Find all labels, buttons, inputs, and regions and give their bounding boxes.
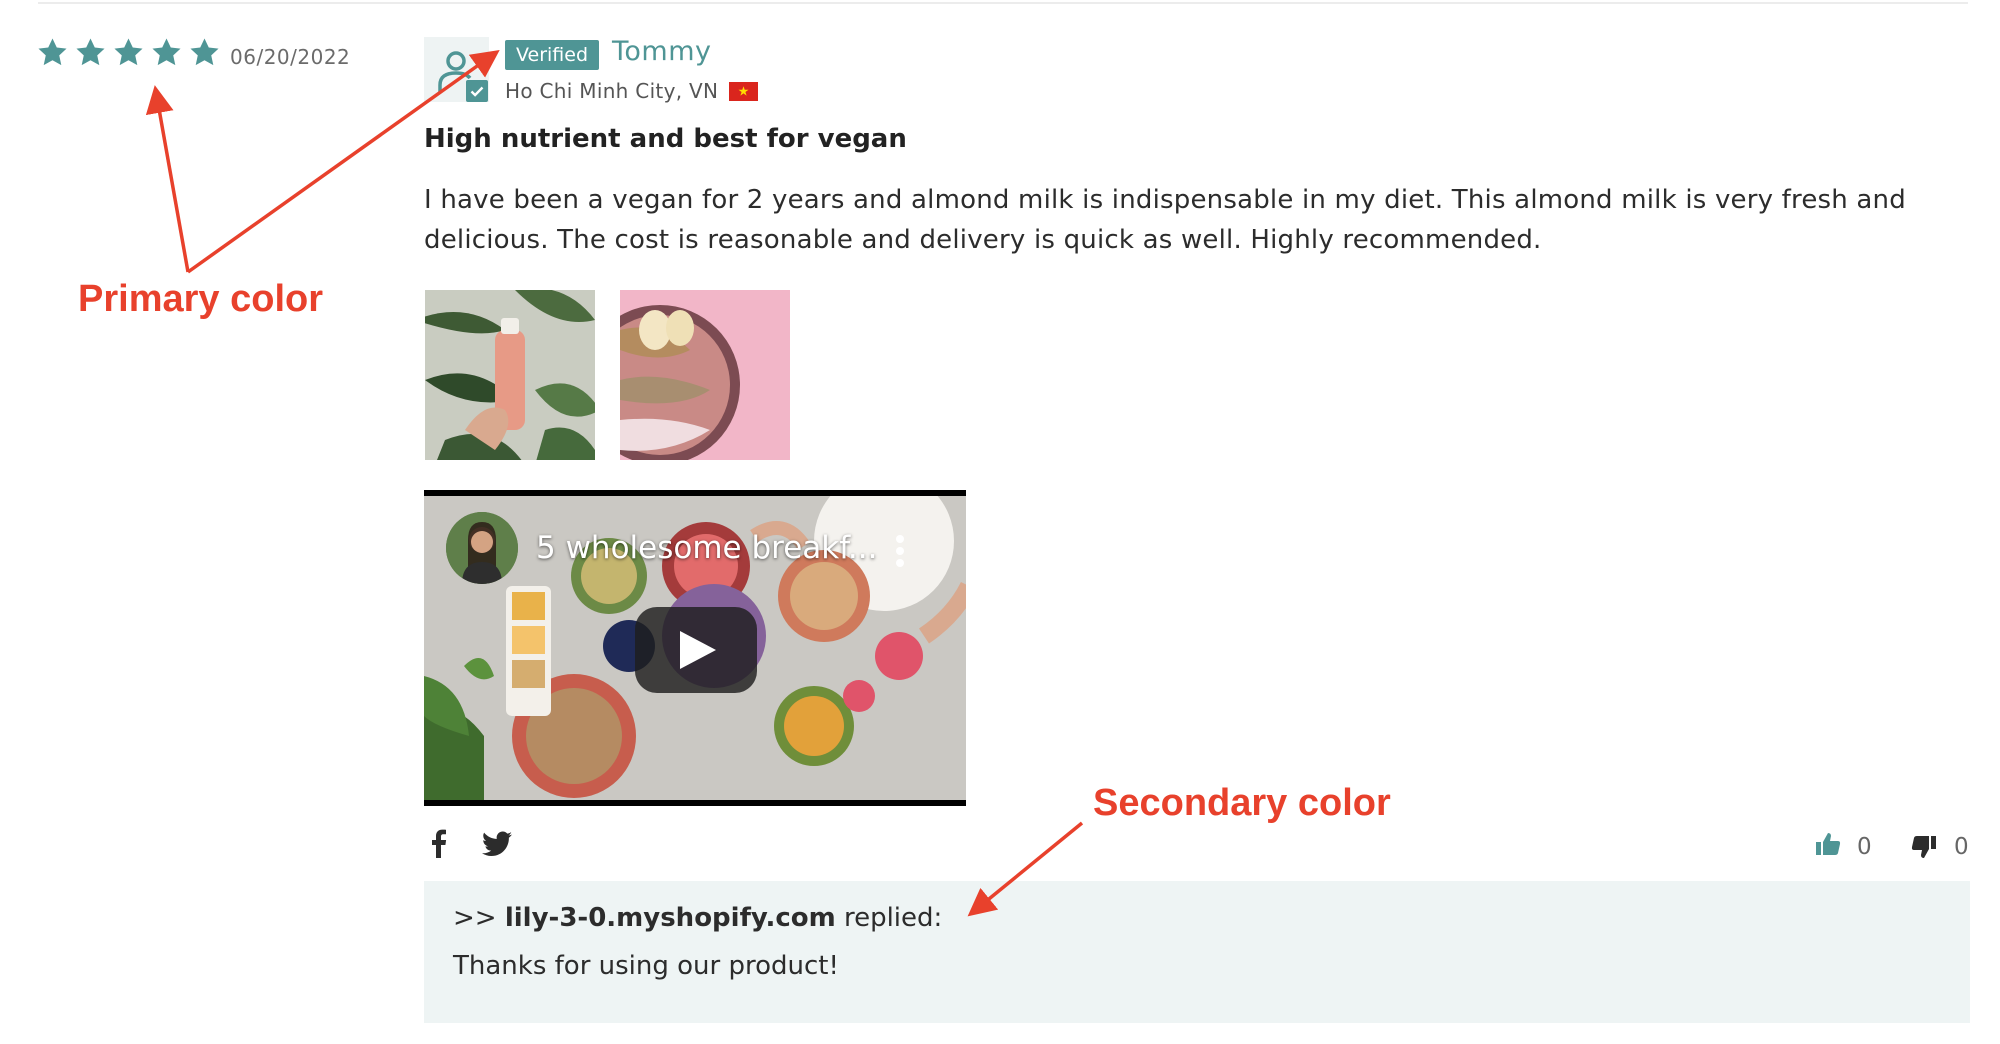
video-title: 5 wholesome breakf... (536, 530, 878, 566)
review-photo-bowl[interactable] (620, 290, 790, 460)
thumbs-up-icon[interactable] (1815, 831, 1841, 857)
review-title: High nutrient and best for vegan (424, 124, 907, 154)
helpful-count: 0 (1857, 834, 1872, 860)
channel-avatar[interactable] (446, 512, 518, 584)
play-icon (680, 631, 716, 669)
reply-text: Thanks for using our product! (453, 951, 839, 981)
reply-store-name: lily-3-0.myshopify.com (504, 903, 836, 933)
primary-color-annotation: Primary color (78, 278, 323, 320)
reviewer-name: Tommy (612, 36, 712, 67)
twitter-icon[interactable] (482, 831, 512, 857)
reply-prefix: >> (453, 903, 497, 933)
star-icon (36, 36, 69, 69)
star-icon (112, 36, 145, 69)
more-options-icon[interactable] (894, 534, 906, 568)
not-helpful-count: 0 (1954, 834, 1969, 860)
review-body: I have been a vegan for 2 years and almo… (424, 185, 1906, 255)
facebook-icon[interactable] (428, 828, 448, 858)
review-date: 06/20/2022 (230, 45, 351, 69)
star-rating (36, 36, 221, 69)
store-reply: >> lily-3-0.myshopify.com replied: Thank… (424, 881, 1970, 1023)
video-player[interactable]: 5 wholesome breakf... (424, 490, 966, 806)
verified-check-icon (466, 80, 488, 102)
reply-header: >> lily-3-0.myshopify.com replied: (453, 903, 942, 933)
top-divider (38, 2, 1968, 4)
vietnam-flag-icon (729, 82, 758, 101)
star-icon (188, 36, 221, 69)
star-icon (74, 36, 107, 69)
star-icon (150, 36, 183, 69)
secondary-color-annotation: Secondary color (1093, 782, 1391, 824)
review-photo-juice[interactable] (425, 290, 595, 460)
thumbs-down-icon[interactable] (1911, 834, 1937, 860)
verified-badge: Verified (505, 40, 600, 70)
reviewer-location: Ho Chi Minh City, VN (505, 79, 719, 103)
reply-suffix: replied: (843, 903, 943, 933)
play-button[interactable] (635, 607, 757, 693)
